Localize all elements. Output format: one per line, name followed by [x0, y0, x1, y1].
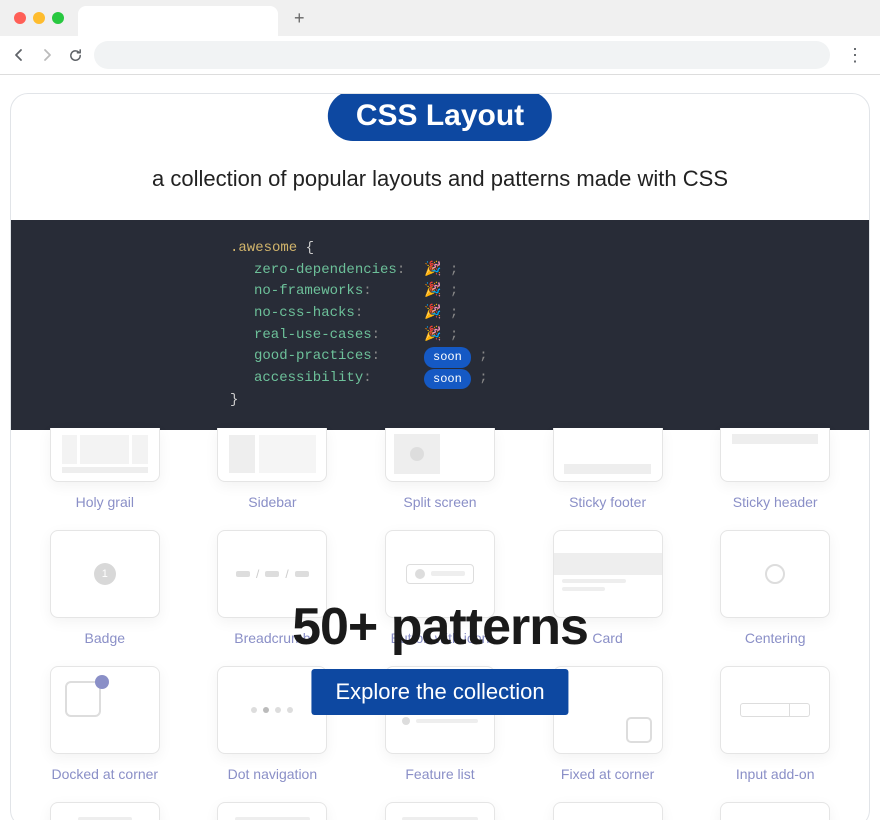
pattern-item[interactable] [209, 802, 337, 820]
forward-button[interactable] [38, 46, 56, 64]
pattern-label: Input add-on [736, 766, 815, 782]
code-value-pill: soon [424, 369, 471, 390]
pattern-split-screen[interactable]: Split screen [376, 428, 504, 510]
pattern-grid [11, 802, 869, 820]
minimize-window-button[interactable] [33, 12, 45, 24]
pattern-sticky-header[interactable]: Sticky header [711, 428, 839, 510]
code-prop: zero-dependencies [254, 262, 397, 278]
window-controls [8, 12, 70, 24]
pattern-label: Dot navigation [228, 766, 318, 782]
pattern-label: Holy grail [76, 494, 134, 510]
maximize-window-button[interactable] [52, 12, 64, 24]
pattern-label: Docked at corner [51, 766, 158, 782]
code-value: 🎉 [424, 325, 441, 347]
code-value: 🎉 [424, 260, 441, 282]
pattern-label: Split screen [403, 494, 476, 510]
pattern-sidebar[interactable]: Sidebar [209, 428, 337, 510]
pattern-label: Sticky header [733, 494, 818, 510]
pattern-input-add-on[interactable]: Input add-on [711, 666, 839, 782]
pattern-label: Sticky footer [569, 494, 646, 510]
pattern-docked-at-corner[interactable]: Docked at corner [41, 666, 169, 782]
browser-chrome: + ⋮ [0, 0, 880, 75]
pattern-item[interactable] [711, 802, 839, 820]
new-tab-button[interactable]: + [286, 8, 313, 29]
page-viewport: CSS Layout a collection of popular layou… [0, 75, 880, 820]
badge-number: 1 [94, 563, 116, 585]
reload-button[interactable] [66, 46, 84, 64]
code-prop: accessibility [254, 370, 363, 386]
pattern-item[interactable] [41, 802, 169, 820]
pattern-item[interactable] [376, 802, 504, 820]
code-value-pill: soon [424, 347, 471, 368]
content-card: CSS Layout a collection of popular layou… [10, 93, 870, 820]
pattern-item[interactable] [544, 802, 672, 820]
close-window-button[interactable] [14, 12, 26, 24]
browser-toolbar: ⋮ [0, 36, 880, 74]
pattern-grid: Holy grail Sidebar Split screen Sticky f… [11, 428, 869, 510]
headline: 50+ patterns [11, 597, 869, 657]
code-prop: real-use-cases [254, 327, 372, 343]
page-subtitle: a collection of popular layouts and patt… [11, 166, 869, 192]
explore-collection-button[interactable]: Explore the collection [311, 669, 568, 715]
page-title-badge: CSS Layout [328, 93, 552, 141]
code-prop: no-css-hacks [254, 305, 355, 321]
code-block: .awesome { zero-dependencies:🎉 ; no-fram… [11, 220, 869, 430]
pattern-label: Sidebar [248, 494, 296, 510]
tab-bar: + [0, 0, 880, 36]
pattern-sticky-footer[interactable]: Sticky footer [544, 428, 672, 510]
pattern-holy-grail[interactable]: Holy grail [41, 428, 169, 510]
code-prop: good-practices [254, 348, 372, 364]
back-button[interactable] [10, 46, 28, 64]
code-value: 🎉 [424, 303, 441, 325]
address-bar[interactable] [94, 41, 830, 69]
browser-tab[interactable] [78, 6, 278, 36]
browser-menu-button[interactable]: ⋮ [840, 45, 870, 66]
pattern-label: Feature list [405, 766, 474, 782]
code-value: 🎉 [424, 281, 441, 303]
code-prop: no-frameworks [254, 283, 363, 299]
pattern-label: Fixed at corner [561, 766, 654, 782]
code-selector: .awesome [230, 238, 297, 260]
